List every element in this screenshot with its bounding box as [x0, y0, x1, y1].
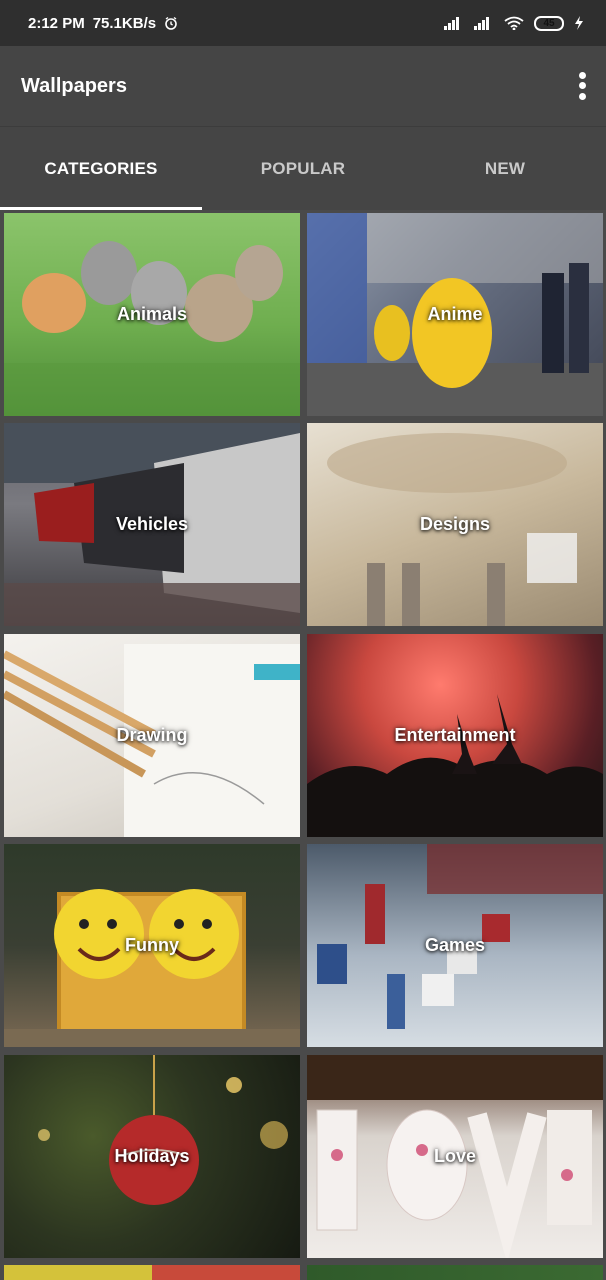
tab-categories[interactable]: CATEGORIES	[0, 127, 202, 210]
tab-new-label: NEW	[484, 158, 526, 178]
category-tile-love[interactable]: Love	[307, 1055, 603, 1258]
tab-categories-label: CATEGORIES	[44, 158, 158, 178]
status-right: 45	[444, 15, 584, 31]
tab-new[interactable]: NEW	[404, 127, 606, 210]
status-time: 2:12 PM	[28, 14, 85, 32]
cell-signal-icon	[444, 16, 464, 30]
category-label: Funny	[125, 935, 179, 955]
category-tile-anime[interactable]: Anime	[307, 213, 603, 416]
category-label: Games	[424, 935, 486, 955]
category-tile-games[interactable]: Games	[307, 844, 603, 1047]
category-label: Love	[433, 1146, 476, 1166]
app-title: Wallpapers	[21, 74, 127, 97]
category-tile-animals[interactable]: Animals	[4, 213, 300, 416]
tab-bar: CATEGORIES POPULAR NEW	[0, 126, 606, 210]
lightning-icon	[574, 16, 584, 30]
category-label: Holidays	[114, 1146, 190, 1166]
category-label: Drawing	[116, 725, 188, 745]
category-label: Animals	[116, 304, 188, 324]
network-speed: 75.1KB/s	[92, 14, 157, 32]
category-tile-entertainment[interactable]: Entertainment	[307, 634, 603, 837]
cell-signal-icon-2	[474, 16, 494, 30]
category-tile-vehicles[interactable]: Vehicles	[4, 423, 300, 626]
battery-level: 45	[543, 17, 555, 29]
category-tile-drawing[interactable]: Drawing	[4, 634, 300, 837]
category-label: Vehicles	[115, 514, 189, 534]
wifi-icon	[504, 16, 524, 31]
category-label: Anime	[427, 304, 483, 324]
status-left: 2:12 PM 75.1KB/s	[28, 15, 178, 32]
tab-popular[interactable]: POPULAR	[202, 127, 404, 210]
category-label: Designs	[419, 514, 491, 534]
tab-popular-label: POPULAR	[260, 158, 346, 178]
app-bar: Wallpapers	[0, 46, 606, 126]
category-tile-designs[interactable]: Designs	[307, 423, 603, 626]
more-vert-icon[interactable]	[572, 70, 592, 102]
category-tile-partial-left[interactable]	[4, 1265, 300, 1280]
category-tile-funny[interactable]: Funny	[4, 844, 300, 1047]
category-tile-partial-right[interactable]	[307, 1265, 603, 1280]
category-label: Entertainment	[394, 725, 516, 745]
category-grid: Animals Anime Vehicles Designs Drawing E…	[0, 210, 606, 1280]
alarm-clock-icon	[164, 16, 178, 30]
category-tile-holidays[interactable]: Holidays	[4, 1055, 300, 1258]
battery-icon: 45	[534, 15, 564, 31]
status-bar: 2:12 PM 75.1KB/s 45	[0, 0, 606, 46]
